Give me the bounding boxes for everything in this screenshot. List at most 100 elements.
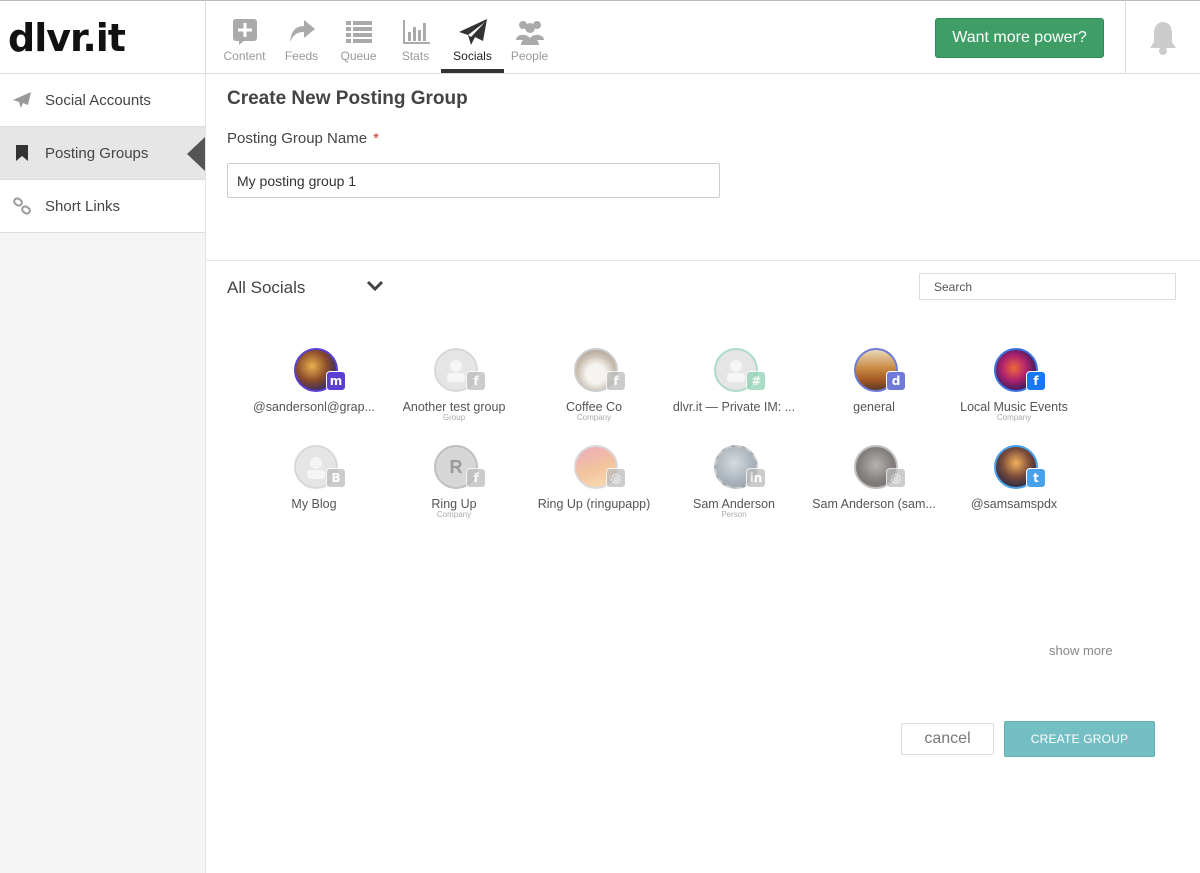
want-more-power-button[interactable]: Want more power?	[935, 18, 1104, 58]
sidebar-item-short-links[interactable]: Short Links	[0, 180, 205, 233]
socials-search-input[interactable]	[919, 273, 1176, 300]
social-avatar: f	[566, 348, 626, 394]
nav-people-label: People	[510, 49, 549, 63]
sidebar-item-label: Short Links	[45, 197, 121, 215]
group-name-input[interactable]	[227, 163, 720, 198]
show-more-link[interactable]: show more	[1049, 643, 1113, 658]
social-item[interactable]: m @sandersonl@grap...	[244, 348, 384, 431]
required-marker: *	[373, 130, 379, 147]
social-name: @samsamspdx	[970, 497, 1058, 511]
instagram-icon: ◎	[886, 468, 906, 488]
social-avatar: #	[706, 348, 766, 394]
social-avatar: R f	[426, 445, 486, 491]
social-name: general	[853, 400, 895, 414]
paper-plane-icon	[12, 90, 32, 110]
social-type: Company	[576, 413, 612, 422]
social-item[interactable]: f Coffee Co Company	[524, 348, 664, 431]
sidebar-item-social-accounts[interactable]: Social Accounts	[0, 74, 205, 127]
facebook-icon: f	[1026, 371, 1046, 391]
sidebar-item-label: Posting Groups	[45, 144, 149, 162]
socials-grid: m @sandersonl@grap... f Another test gro…	[244, 348, 1084, 528]
notifications-button[interactable]	[1125, 2, 1200, 74]
group-name-label-text: Posting Group Name	[227, 130, 368, 147]
socials-filter-dropdown[interactable]: All Socials	[227, 278, 384, 298]
social-item[interactable]: # dlvr.it — Private IM: ...	[664, 348, 804, 431]
social-avatar: ◎	[566, 445, 626, 491]
social-item[interactable]: t @samsamspdx	[944, 445, 1084, 528]
social-avatar: in	[706, 445, 766, 491]
nav-feeds[interactable]: Feeds	[273, 2, 330, 74]
bookmark-icon	[12, 143, 32, 163]
section-divider	[206, 260, 1200, 261]
social-type: Company	[996, 413, 1032, 422]
bell-icon	[1150, 22, 1176, 55]
nav-content[interactable]: Content	[216, 2, 273, 74]
page-title: Create New Posting Group	[227, 88, 468, 109]
social-item[interactable]: R f Ring Up Company	[384, 445, 524, 528]
social-type: Company	[436, 510, 472, 519]
group-name-label: Posting Group Name *	[227, 130, 379, 147]
social-item[interactable]: d general	[804, 348, 944, 431]
nav-socials-label: Socials	[453, 49, 492, 63]
nav-content-label: Content	[223, 49, 266, 63]
social-avatar: m	[286, 348, 346, 394]
social-name: Sam Anderson	[693, 497, 775, 511]
facebook-icon: f	[606, 371, 626, 391]
social-avatar: ◎	[846, 445, 906, 491]
social-name: @sandersonl@grap...	[253, 400, 375, 414]
instagram-icon: ◎	[606, 468, 626, 488]
social-name: Sam Anderson (sam...	[812, 497, 936, 511]
social-avatar: B	[286, 445, 346, 491]
nav-queue-label: Queue	[340, 49, 377, 63]
social-item[interactable]: ◎ Ring Up (ringupapp)	[524, 445, 664, 528]
social-name: Local Music Events	[960, 400, 1068, 414]
paper-plane-icon	[458, 19, 487, 45]
main-panel: Create New Posting Group Posting Group N…	[206, 74, 1200, 873]
linkedin-icon: in	[746, 468, 766, 488]
create-group-button[interactable]: CREATE GROUP	[1004, 721, 1155, 757]
nav-queue[interactable]: Queue	[330, 2, 387, 74]
slack-icon: #	[746, 371, 766, 391]
discord-icon: d	[886, 371, 906, 391]
facebook-icon: f	[466, 371, 486, 391]
socials-filter-label: All Socials	[227, 278, 306, 297]
facebook-icon: f	[466, 468, 486, 488]
bar-chart-icon	[402, 20, 430, 44]
active-indicator	[187, 137, 205, 171]
link-icon	[12, 196, 32, 216]
share-arrow-icon	[289, 20, 315, 42]
social-item[interactable]: f Another test group Group	[384, 348, 524, 431]
sidebar-item-label: Social Accounts	[45, 91, 151, 109]
social-name: Ring Up (ringupapp)	[537, 497, 651, 511]
social-name: dlvr.it — Private IM: ...	[672, 400, 796, 414]
main-nav: Content Feeds Queue Stats Socials People	[216, 2, 558, 74]
social-item[interactable]: in Sam Anderson Person	[664, 445, 804, 528]
social-type: Person	[721, 510, 747, 519]
social-item[interactable]: f Local Music Events Company	[944, 348, 1084, 431]
social-name: Ring Up	[431, 497, 477, 511]
social-avatar: f	[426, 348, 486, 394]
mastodon-icon: m	[326, 371, 346, 391]
nav-stats-label: Stats	[401, 49, 430, 63]
sidebar-item-posting-groups[interactable]: Posting Groups	[0, 127, 205, 180]
sidebar: Social Accounts Posting Groups Short Lin…	[0, 74, 206, 873]
twitter-icon: t	[1026, 468, 1046, 488]
top-bar: dlvr.it Content Feeds Queue Stats Social…	[0, 0, 1200, 74]
nav-socials[interactable]: Socials	[441, 2, 504, 74]
people-icon	[515, 21, 544, 45]
social-avatar: d	[846, 348, 906, 394]
social-type: Group	[442, 413, 466, 422]
social-item[interactable]: ◎ Sam Anderson (sam...	[804, 445, 944, 528]
nav-stats[interactable]: Stats	[387, 2, 444, 74]
blogger-icon: B	[326, 468, 346, 488]
chevron-down-icon	[366, 280, 384, 292]
social-name: Another test group	[402, 400, 506, 414]
cancel-button[interactable]: cancel	[901, 723, 994, 755]
social-item[interactable]: B My Blog	[244, 445, 384, 528]
social-name: My Blog	[291, 497, 337, 511]
app-logo[interactable]: dlvr.it	[0, 2, 206, 74]
social-avatar: f	[986, 348, 1046, 394]
social-name: Coffee Co	[565, 400, 623, 414]
nav-people[interactable]: People	[501, 2, 558, 74]
nav-feeds-label: Feeds	[284, 49, 319, 63]
